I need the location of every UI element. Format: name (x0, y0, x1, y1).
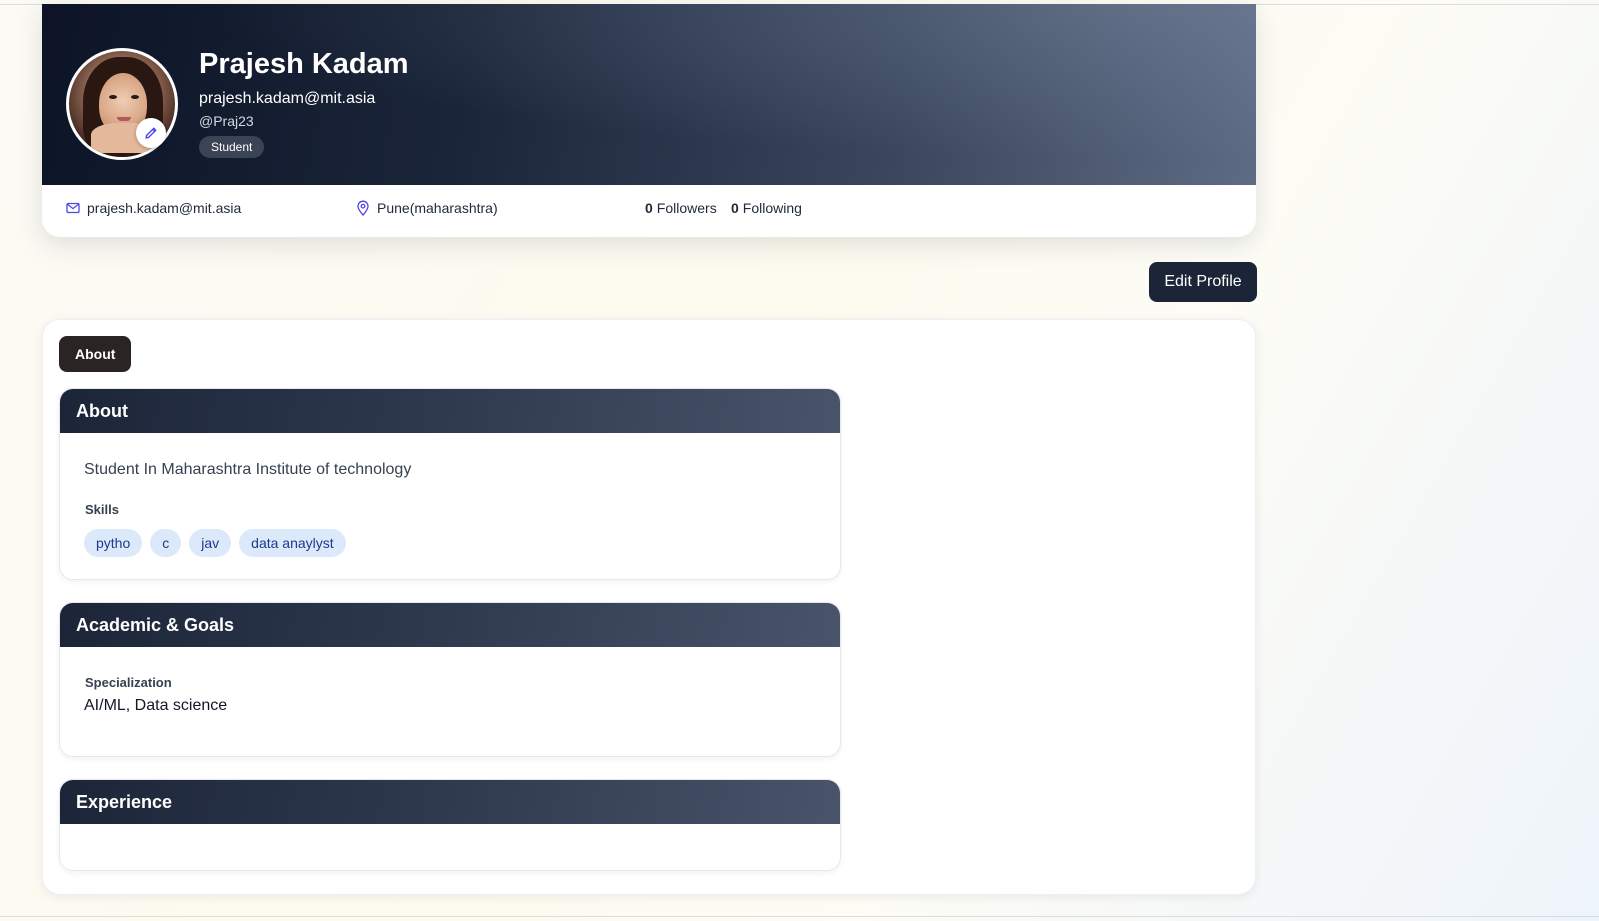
role-badge: Student (199, 136, 265, 158)
followers-link[interactable]: 0 Followers (645, 200, 717, 216)
skill-chip: pytho (84, 529, 143, 557)
about-section-title: About (60, 389, 840, 433)
profile-name: Prajesh Kadam (199, 48, 409, 80)
following-label: Following (742, 200, 802, 216)
specialization-value: AI/ML, Data science (84, 697, 228, 714)
experience-section: Experience (59, 779, 841, 871)
about-bio: Student In Maharashtra Institute of tech… (84, 461, 412, 478)
bottom-divider (0, 916, 1599, 917)
profile-handle: @Praj23 (199, 113, 254, 129)
profile-info-row: prajesh.kadam@mit.asia Pune(maharashtra)… (42, 185, 1256, 237)
tab-about[interactable]: About (59, 336, 132, 372)
edit-profile-button[interactable]: Edit Profile (1149, 262, 1257, 302)
avatar-mouth (117, 117, 131, 121)
avatar-right-eye (131, 95, 139, 99)
academic-section-title: Academic & Goals (60, 603, 840, 647)
skill-chip: jav (189, 529, 232, 557)
skill-chip: data anaylyst (239, 529, 346, 557)
pencil-icon (145, 127, 157, 139)
avatar-left-eye (109, 95, 117, 99)
skill-chip: c (150, 529, 182, 557)
location-text: Pune(maharashtra) (377, 200, 498, 216)
profile-email: prajesh.kadam@mit.asia (199, 90, 376, 107)
followers-count: 0 (645, 200, 653, 216)
mail-icon (66, 202, 80, 214)
experience-section-title: Experience (60, 780, 840, 824)
skills-list: pytho c jav data anaylyst (84, 529, 346, 557)
map-pin-icon (357, 200, 369, 216)
edit-avatar-button[interactable] (136, 118, 166, 148)
specialization-label: Specialization (85, 675, 172, 690)
profile-header-card: Prajesh Kadam prajesh.kadam@mit.asia @Pr… (42, 4, 1256, 237)
followers-label: Followers (656, 200, 717, 216)
contact-email-item[interactable]: prajesh.kadam@mit.asia (66, 200, 241, 216)
following-count: 0 (731, 200, 739, 216)
following-link[interactable]: 0 Following (731, 200, 802, 216)
profile-content-card: About About Student In Maharashtra Insti… (42, 319, 1256, 895)
location-item: Pune(maharashtra) (356, 200, 498, 216)
contact-email-text: prajesh.kadam@mit.asia (87, 200, 242, 216)
academic-section: Academic & Goals Specialization AI/ML, D… (59, 602, 841, 757)
about-section: About Student In Maharashtra Institute o… (59, 388, 841, 580)
skills-label: Skills (85, 502, 119, 517)
